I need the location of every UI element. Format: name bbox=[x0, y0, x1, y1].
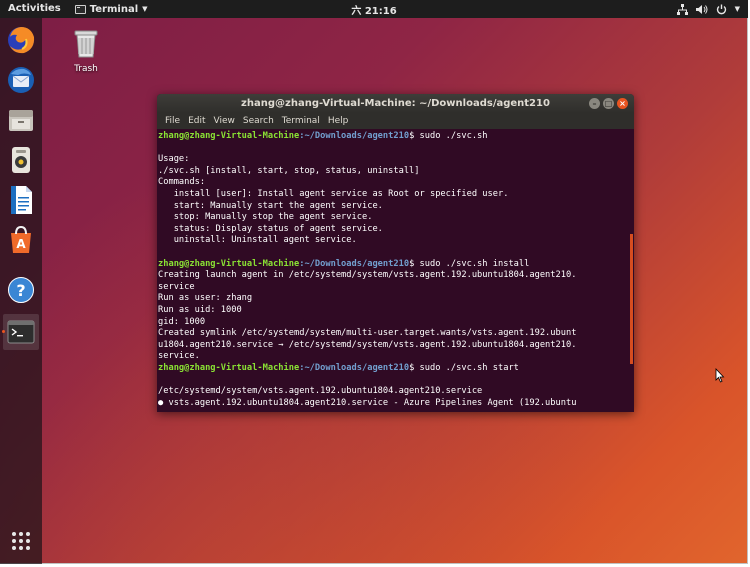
prompt-user: zhang@zhang-Virtual-Machine bbox=[158, 131, 300, 141]
dock-files[interactable] bbox=[3, 102, 39, 138]
rhythmbox-icon bbox=[12, 147, 30, 173]
close-icon: × bbox=[619, 99, 626, 108]
terminal-menubar: File Edit View Search Terminal Help bbox=[157, 113, 634, 129]
prompt-command: $ sudo ./svc.sh start bbox=[409, 362, 519, 373]
network-icon[interactable] bbox=[676, 0, 688, 18]
prompt-path: :~/Downloads/agent210 bbox=[299, 131, 410, 141]
prompt-path: :~/Downloads/agent210 bbox=[299, 258, 410, 269]
terminal-small-icon bbox=[74, 4, 86, 14]
terminal-scrollbar[interactable] bbox=[630, 234, 633, 364]
dock-firefox[interactable] bbox=[3, 22, 39, 58]
files-icon bbox=[9, 110, 33, 131]
terminal-output-line: Creating launch agent in /etc/systemd/sy… bbox=[158, 270, 577, 281]
software-center-icon: A bbox=[11, 225, 31, 253]
trash-label: Trash bbox=[74, 64, 98, 74]
svg-text:A: A bbox=[16, 237, 26, 251]
terminal-prompt-line: zhang@zhang-Virtual-Machine:~/Downloads/… bbox=[158, 131, 634, 143]
window-title: zhang@zhang-Virtual-Machine: ~/Downloads… bbox=[241, 98, 550, 109]
menu-terminal[interactable]: Terminal bbox=[278, 116, 324, 126]
top-bar: Activities Terminal ▼ 六 21:16 ▼ bbox=[0, 0, 748, 18]
help-icon: ? bbox=[8, 277, 34, 303]
dock-rhythmbox[interactable] bbox=[3, 142, 39, 178]
terminal-prompt-line: zhang@zhang-Virtual-Machine:~/Downloads/… bbox=[158, 363, 634, 375]
terminal-output-line: gid: 1000 bbox=[158, 316, 206, 327]
menu-edit[interactable]: Edit bbox=[184, 116, 209, 126]
dock: A ? bbox=[0, 18, 42, 564]
terminal-output-line: Run as uid: 1000 bbox=[158, 304, 242, 315]
terminal-output-line: status: Display status of agent service. bbox=[158, 223, 383, 234]
terminal-output-line: stop: Manually stop the agent service. bbox=[158, 212, 373, 223]
menu-file[interactable]: File bbox=[161, 116, 184, 126]
writer-icon bbox=[11, 186, 32, 214]
mouse-cursor-icon bbox=[715, 368, 725, 383]
menu-help[interactable]: Help bbox=[324, 116, 353, 126]
terminal-output-line: u1804.agent210.service → /etc/systemd/sy… bbox=[158, 339, 577, 350]
show-applications-button[interactable] bbox=[10, 530, 32, 552]
terminal-window[interactable]: zhang@zhang-Virtual-Machine: ~/Downloads… bbox=[157, 94, 634, 412]
dock-help[interactable]: ? bbox=[3, 272, 39, 308]
minimize-button[interactable]: – bbox=[589, 98, 600, 109]
app-menu-label: Terminal bbox=[89, 3, 139, 15]
close-button[interactable]: × bbox=[617, 98, 628, 109]
terminal-output[interactable]: zhang@zhang-Virtual-Machine:~/Downloads/… bbox=[157, 129, 634, 412]
terminal-output-line: Commands: bbox=[158, 177, 206, 188]
terminal-output-line: install [user]: Install agent service as… bbox=[158, 188, 509, 199]
prompt-command: $ sudo ./svc.sh bbox=[409, 131, 488, 141]
terminal-output-line: start: Manually start the agent service. bbox=[158, 200, 383, 211]
prompt-user: zhang@zhang-Virtual-Machine bbox=[158, 362, 300, 373]
volume-icon[interactable] bbox=[695, 0, 708, 18]
terminal-output-line: service bbox=[158, 281, 195, 292]
app-menu-button[interactable]: Terminal ▼ bbox=[69, 0, 154, 18]
thunderbird-icon bbox=[8, 67, 34, 93]
power-icon[interactable] bbox=[716, 0, 727, 18]
prompt-path: :~/Downloads/agent210 bbox=[299, 362, 410, 373]
window-titlebar[interactable]: zhang@zhang-Virtual-Machine: ~/Downloads… bbox=[157, 94, 634, 113]
system-tray[interactable]: ▼ bbox=[676, 0, 740, 18]
terminal-output-line: ./svc.sh [install, start, stop, status, … bbox=[158, 165, 420, 176]
dock-terminal[interactable] bbox=[2, 314, 39, 350]
terminal-output-line: Usage: bbox=[158, 154, 190, 165]
terminal-prompt-line: zhang@zhang-Virtual-Machine:~/Downloads/… bbox=[158, 259, 634, 271]
svg-text:?: ? bbox=[16, 281, 25, 300]
prompt-user: zhang@zhang-Virtual-Machine bbox=[158, 258, 300, 269]
terminal-output-line: ● vsts.agent.192.ubuntu1804.agent210.ser… bbox=[158, 397, 577, 408]
desktop-trash[interactable]: Trash bbox=[66, 28, 106, 74]
terminal-output-line: /etc/systemd/system/vsts.agent.192.ubunt… bbox=[158, 386, 483, 397]
terminal-output-line: uninstall: Uninstall agent service. bbox=[158, 235, 357, 246]
prompt-command: $ sudo ./svc.sh install bbox=[409, 258, 530, 269]
terminal-icon bbox=[7, 320, 35, 344]
chevron-down-icon[interactable]: ▼ bbox=[735, 0, 740, 18]
activities-button[interactable]: Activities bbox=[0, 0, 69, 18]
menu-search[interactable]: Search bbox=[239, 116, 278, 126]
menu-view[interactable]: View bbox=[210, 116, 239, 126]
running-indicator bbox=[2, 330, 5, 333]
trash-icon bbox=[74, 30, 98, 58]
maximize-icon: □ bbox=[604, 99, 613, 108]
terminal-output-line: Run as user: zhang bbox=[158, 293, 253, 304]
dock-thunderbird[interactable] bbox=[3, 62, 39, 98]
desktop-background: Activities Terminal ▼ 六 21:16 ▼ A ? Tras… bbox=[0, 0, 748, 564]
terminal-output-line: Created symlink /etc/systemd/system/mult… bbox=[158, 328, 577, 339]
terminal-output-line: service. bbox=[158, 351, 200, 362]
firefox-icon bbox=[8, 27, 35, 54]
dock-software[interactable]: A bbox=[3, 222, 39, 258]
dock-writer[interactable] bbox=[3, 182, 39, 218]
chevron-down-icon: ▼ bbox=[142, 5, 148, 13]
maximize-button[interactable]: □ bbox=[603, 98, 614, 109]
minimize-icon: – bbox=[592, 99, 597, 108]
